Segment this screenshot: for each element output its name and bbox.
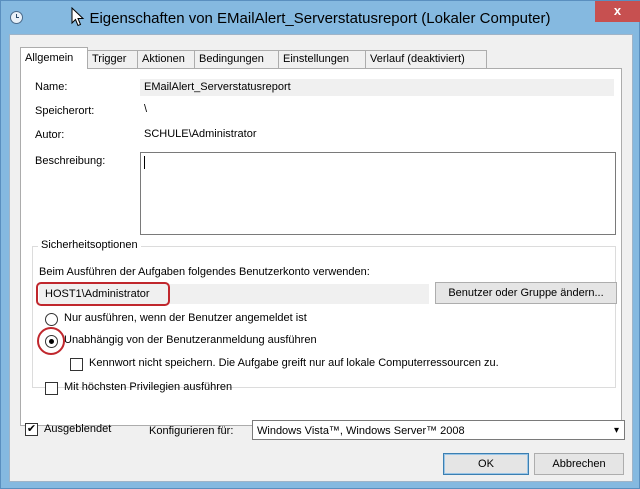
change-user-button[interactable]: Benutzer oder Gruppe ändern... <box>435 282 617 304</box>
radio-logged-on-only[interactable] <box>45 313 58 326</box>
location-value: \ <box>144 103 148 115</box>
name-label: Name: <box>35 81 68 93</box>
dialog-client: Allgemein Trigger Aktionen Bedingungen E… <box>9 34 633 482</box>
account-prompt: Beim Ausführen der Aufgaben folgendes Be… <box>39 266 370 278</box>
radio-highlight-annotation <box>37 327 65 355</box>
author-value: SCHULE\Administrator <box>144 128 257 140</box>
text-caret <box>144 156 145 169</box>
configure-label: Konfigurieren für: <box>149 425 234 437</box>
dialog-window: Eigenschaften von EMailAlert_Serverstatu… <box>0 0 640 489</box>
hidden-label: Ausgeblendet <box>44 423 112 435</box>
radio-logged-on-only-label: Nur ausführen, wenn der Benutzer angemel… <box>64 312 307 324</box>
no-password-checkbox[interactable] <box>70 358 83 371</box>
configure-for-select[interactable]: Windows Vista™, Windows Server™ 2008 ▾ <box>252 420 625 440</box>
cancel-button[interactable]: Abbrechen <box>534 453 624 475</box>
ok-button[interactable]: OK <box>443 453 529 475</box>
description-label: Beschreibung: <box>35 155 106 167</box>
general-tab-panel: Name: EMailAlert_Serverstatusreport Spei… <box>20 68 622 426</box>
tab-allgemein[interactable]: Allgemein <box>20 47 88 69</box>
location-label: Speicherort: <box>35 105 95 117</box>
title-bar[interactable]: Eigenschaften von EMailAlert_Serverstatu… <box>1 1 640 35</box>
highest-privileges-label: Mit höchsten Privilegien ausführen <box>64 381 233 393</box>
name-field[interactable]: EMailAlert_Serverstatusreport <box>140 79 614 96</box>
configure-for-value: Windows Vista™, Windows Server™ 2008 <box>257 425 465 437</box>
tab-einstellungen[interactable]: Einstellungen <box>278 50 366 68</box>
radio-run-independent-label: Unabhängig von der Benutzeranmeldung aus… <box>64 334 317 346</box>
tab-trigger[interactable]: Trigger <box>87 50 138 68</box>
no-password-label: Kennwort nicht speichern. Die Aufgabe gr… <box>89 357 499 369</box>
tab-verlauf[interactable]: Verlauf (deaktiviert) <box>365 50 487 68</box>
security-options-title: Sicherheitsoptionen <box>38 239 141 251</box>
author-label: Autor: <box>35 129 65 141</box>
account-highlight-annotation <box>36 282 170 306</box>
highest-privileges-checkbox[interactable] <box>45 382 58 395</box>
description-textarea[interactable] <box>140 152 616 235</box>
hidden-checkbox[interactable]: ✔ <box>25 423 38 436</box>
tab-bedingungen[interactable]: Bedingungen <box>194 50 279 68</box>
window-title: Eigenschaften von EMailAlert_Serverstatu… <box>89 10 551 27</box>
chevron-down-icon: ▾ <box>613 425 619 436</box>
tab-aktionen[interactable]: Aktionen <box>137 50 195 68</box>
close-button[interactable]: x <box>595 1 640 22</box>
